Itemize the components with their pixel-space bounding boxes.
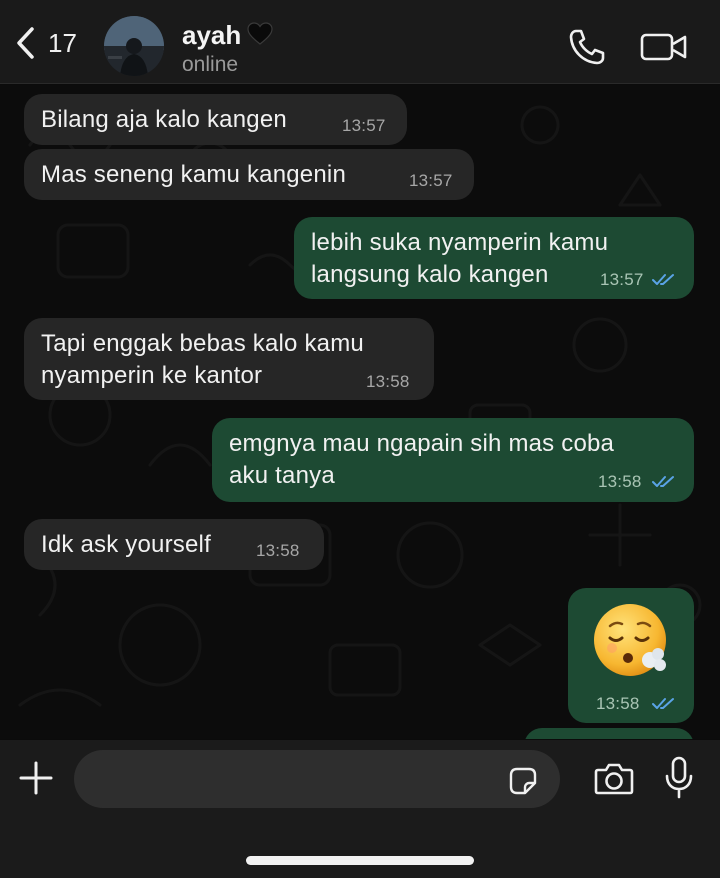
incoming-message[interactable]: Mas seneng kamu kangenin 13:57 — [24, 149, 474, 200]
contact-info[interactable]: ayah online — [182, 20, 273, 77]
message-time: 13:58 — [596, 694, 640, 713]
message-time: 13:58 — [366, 372, 410, 391]
message-time: 13:58 — [598, 472, 642, 491]
chevron-left-icon — [17, 27, 34, 59]
read-receipt-icon — [652, 698, 674, 709]
microphone-icon[interactable] — [664, 756, 694, 800]
camera-icon[interactable] — [594, 760, 634, 796]
back-button[interactable]: 17 — [14, 26, 77, 60]
outgoing-message[interactable]: emgnya mau ngapain sih mas coba aku tany… — [212, 418, 694, 502]
message-text: emgnya mau ngapain sih mas coba aku tany… — [229, 430, 615, 489]
outgoing-message[interactable]: 13:58 — [568, 588, 694, 723]
message-input[interactable] — [74, 750, 560, 808]
message-time: 13:58 — [256, 541, 300, 560]
avatar[interactable] — [104, 16, 164, 76]
read-receipt-icon — [652, 476, 674, 487]
incoming-message[interactable]: Idk ask yourself 13:58 — [24, 519, 324, 570]
home-indicator[interactable] — [246, 856, 474, 865]
composer-bar — [0, 740, 720, 878]
unread-count: 17 — [48, 27, 77, 58]
incoming-message[interactable]: Bilang aja kalo kangen 13:57 — [24, 94, 407, 145]
outgoing-message[interactable]: lebih suka nyamperin kamu langsung kalo … — [294, 217, 694, 299]
chat-header: 17 ayah online — [0, 0, 720, 84]
black-heart-icon — [247, 22, 273, 45]
message-time: 13:57 — [600, 270, 644, 289]
message-text: Mas seneng kamu kangenin — [41, 161, 346, 188]
contact-name: ayah — [182, 20, 242, 50]
incoming-message[interactable]: Tapi enggak bebas kalo kamu nyamperin ke… — [24, 318, 434, 400]
avatar-photo — [104, 16, 164, 76]
message-time: 13:57 — [409, 171, 453, 190]
presence-status: online — [182, 53, 239, 76]
read-receipt-icon — [652, 274, 674, 285]
video-camera-icon[interactable] — [640, 32, 688, 62]
phone-icon[interactable] — [568, 28, 606, 66]
outgoing-message-partial[interactable] — [524, 728, 694, 739]
face-exhaling-emoji — [594, 604, 666, 676]
message-text: Idk ask yourself — [41, 531, 211, 558]
sticker-icon[interactable] — [508, 766, 538, 796]
plus-icon[interactable] — [18, 760, 54, 796]
message-time: 13:57 — [342, 116, 386, 135]
message-text: Tapi enggak bebas kalo kamu nyamperin ke… — [41, 330, 364, 389]
message-text: Bilang aja kalo kangen — [41, 106, 287, 133]
message-list[interactable]: Bilang aja kalo kangen 13:57 Mas seneng … — [0, 85, 720, 739]
message-text: lebih suka nyamperin kamu langsung kalo … — [311, 229, 609, 288]
